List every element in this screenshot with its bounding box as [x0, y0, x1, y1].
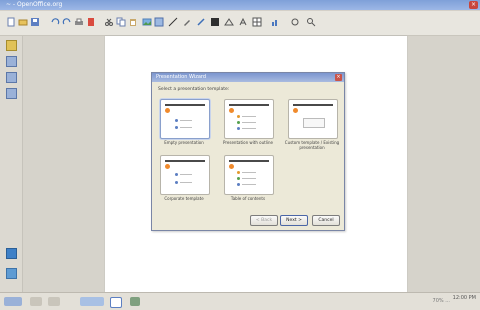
text-line	[242, 184, 256, 185]
bullet-icon	[237, 171, 240, 174]
redo-icon[interactable]	[62, 17, 72, 27]
cut-icon[interactable]	[104, 17, 114, 27]
brush-icon[interactable]	[196, 17, 206, 27]
dialog-title: Presentation Wizard	[156, 74, 207, 80]
text-line	[180, 174, 192, 175]
document-icon[interactable]	[110, 297, 122, 308]
status-text: 70% ...	[432, 298, 450, 304]
help-icon[interactable]	[6, 268, 17, 279]
bullet-icon	[175, 181, 178, 184]
window-titlebar: ~ - OpenOffice.org ×	[0, 0, 480, 10]
statusbar: 70% ... 12:00 PM	[0, 292, 480, 310]
bullet-icon	[237, 183, 240, 186]
text-line	[242, 122, 256, 123]
color-icon[interactable]	[6, 248, 17, 259]
font-icon[interactable]	[238, 17, 248, 27]
next-button[interactable]: Next >	[280, 215, 308, 226]
text-line	[242, 172, 256, 173]
bullet-icon	[175, 119, 178, 122]
text-icon[interactable]	[210, 17, 220, 27]
card-caption-outline: Presentation with outline	[223, 140, 273, 145]
presentation-wizard-dialog: Presentation Wizard × Select a presentat…	[151, 72, 345, 231]
logo-icon	[229, 164, 234, 169]
text-line	[242, 116, 256, 117]
chart-icon[interactable]	[270, 17, 280, 27]
pen-icon[interactable]	[182, 17, 192, 27]
text-line	[242, 128, 256, 129]
cancel-button[interactable]: Cancel	[312, 215, 340, 226]
text-line	[180, 127, 192, 128]
line-icon[interactable]	[168, 17, 178, 27]
shapes-icon[interactable]	[6, 88, 17, 99]
card-header-bar	[165, 104, 205, 106]
template-card-corporate[interactable]	[160, 155, 210, 195]
bullet-icon	[237, 177, 240, 180]
card-header-bar	[165, 160, 205, 162]
back-button[interactable]: < Back	[250, 215, 278, 226]
image-icon[interactable]	[142, 17, 152, 27]
save-icon[interactable]	[30, 17, 40, 27]
template-card-outline[interactable]	[224, 99, 274, 139]
dialog-close-button[interactable]: ×	[335, 74, 342, 81]
text-line	[180, 120, 192, 121]
start-icon[interactable]	[4, 297, 22, 306]
template-card-empty[interactable]	[160, 99, 210, 139]
logo-icon	[165, 164, 170, 169]
bullet-icon	[175, 126, 178, 129]
tools-icon[interactable]	[6, 72, 17, 83]
template-card-custom[interactable]	[288, 99, 338, 139]
print-icon[interactable]	[74, 17, 84, 27]
new-icon[interactable]	[6, 17, 16, 27]
dialog-titlebar: Presentation Wizard ×	[152, 73, 344, 82]
template-card-contents[interactable]	[224, 155, 274, 195]
search-icon[interactable]	[48, 297, 60, 306]
card-header-bar	[229, 160, 269, 162]
logo-icon	[229, 108, 234, 113]
dialog-prompt: Select a presentation template:	[158, 87, 230, 92]
card-caption-custom: Custom template / Existing presentation	[284, 140, 340, 150]
clock: 12:00 PM	[452, 295, 476, 301]
window-title: ~ - OpenOffice.org	[6, 1, 63, 8]
card-caption-contents: Table of contents	[230, 196, 266, 201]
copy-icon[interactable]	[116, 17, 126, 27]
undo-icon[interactable]	[50, 17, 60, 27]
navigator-icon[interactable]	[290, 17, 300, 27]
shape-icon[interactable]	[224, 17, 234, 27]
open-icon[interactable]	[18, 17, 28, 27]
bullet-icon	[237, 121, 240, 124]
gallery-icon[interactable]	[154, 17, 164, 27]
logo-icon	[293, 108, 298, 113]
table-icon[interactable]	[252, 17, 262, 27]
card-header-bar	[229, 104, 269, 106]
window-close-button[interactable]: ×	[469, 1, 478, 9]
bullet-icon	[237, 115, 240, 118]
card-caption-corporate: Corporate template	[164, 196, 204, 201]
pdf-icon[interactable]	[86, 17, 96, 27]
mini-slide-box	[303, 118, 325, 128]
taskbar-app-icon[interactable]	[80, 297, 104, 306]
left-sidebar	[0, 36, 23, 292]
layout-icon[interactable]	[6, 40, 17, 51]
paste-icon[interactable]	[128, 17, 138, 27]
bullet-icon	[237, 127, 240, 130]
text-line	[180, 182, 192, 183]
card-caption-empty: Empty presentation	[164, 140, 204, 145]
card-header-bar	[293, 104, 333, 106]
folder-icon[interactable]	[30, 297, 42, 306]
slide-icon[interactable]	[6, 56, 17, 67]
image-icon[interactable]	[130, 297, 140, 306]
logo-icon	[165, 108, 170, 113]
text-line	[242, 178, 256, 179]
bullet-icon	[175, 173, 178, 176]
main-toolbar	[0, 11, 480, 36]
zoom-icon[interactable]	[306, 17, 316, 27]
